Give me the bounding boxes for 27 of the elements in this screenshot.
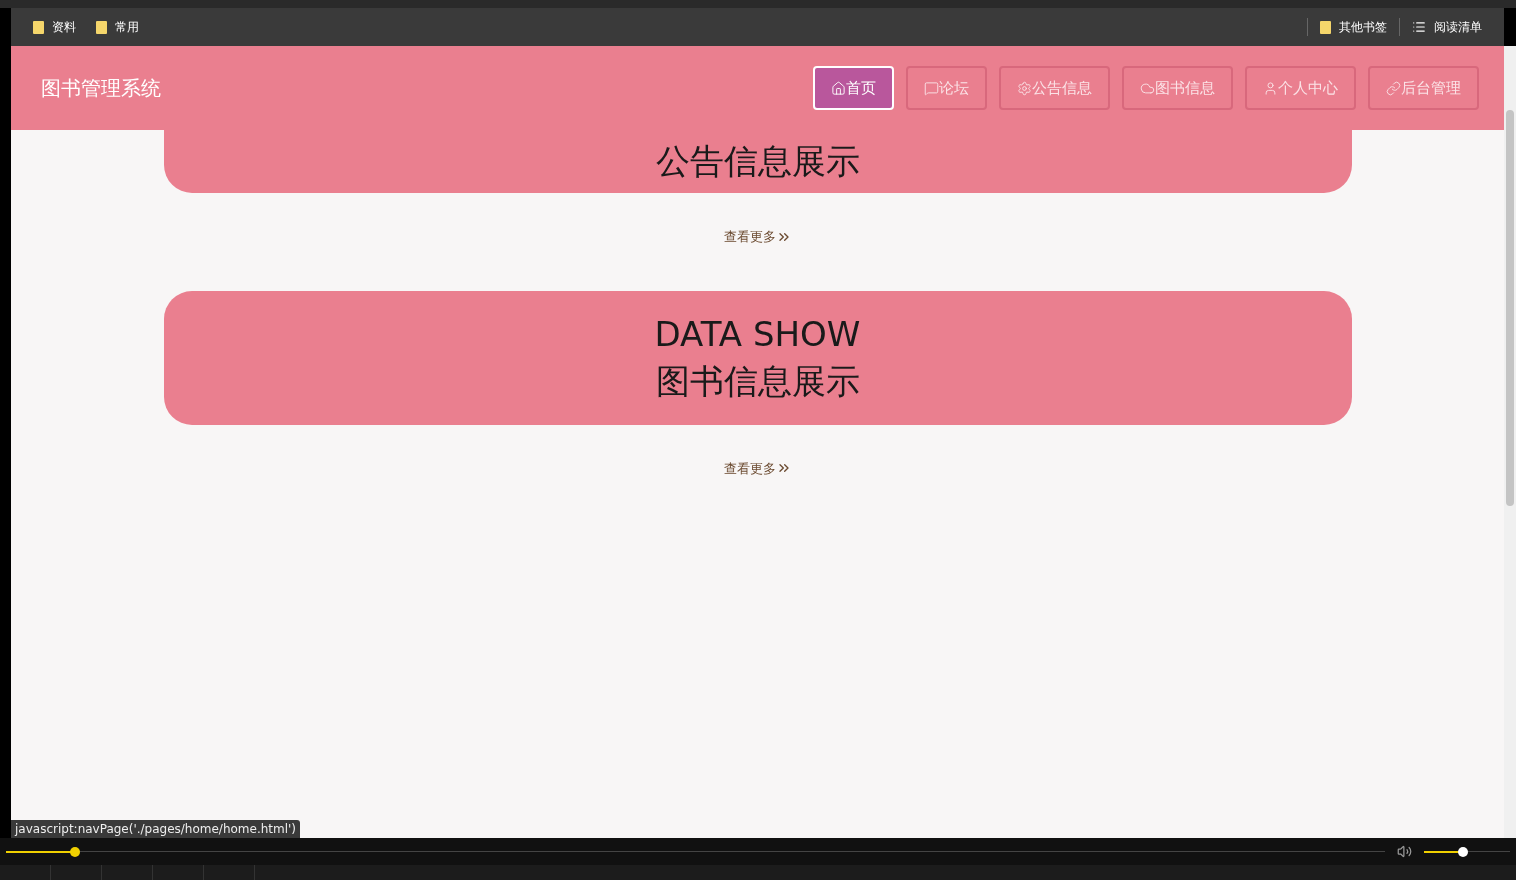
slider-track[interactable] <box>6 846 1385 857</box>
bookmark[interactable]: 常用 <box>96 18 139 36</box>
bookmark[interactable]: 阅读清单 <box>1399 18 1482 36</box>
status-url: javascript:navPage('./pages/home/home.html') <box>11 820 301 838</box>
site-title: 图书管理系统 <box>41 75 161 102</box>
banner-title: 公告信息展示 <box>655 140 860 183</box>
link-icon <box>1386 80 1401 96</box>
banner-title: 图书信息展示 <box>655 359 860 402</box>
reading-list-icon <box>1412 20 1426 34</box>
gear-icon <box>1017 80 1032 96</box>
nav-button[interactable]: 首页 <box>813 66 894 110</box>
folder-icon <box>96 20 107 34</box>
cloud-icon <box>1140 80 1155 96</box>
home-icon <box>831 80 846 96</box>
more-link[interactable]: 查看更多 <box>723 227 792 247</box>
user-icon <box>1263 80 1278 96</box>
slider-thumb[interactable] <box>1457 846 1468 857</box>
folder-icon <box>1320 20 1331 34</box>
folder-icon <box>33 20 44 34</box>
volume-icon[interactable] <box>1397 844 1412 859</box>
chat-icon <box>924 80 939 96</box>
banner-title: DATA SHOW <box>654 313 861 356</box>
slider-track[interactable] <box>1424 846 1510 857</box>
bookmark[interactable]: 资料 <box>33 18 76 36</box>
more-link[interactable]: 查看更多 <box>723 458 792 478</box>
slider-thumb[interactable] <box>69 846 80 857</box>
bookmark[interactable]: 其他书签 <box>1307 18 1387 36</box>
